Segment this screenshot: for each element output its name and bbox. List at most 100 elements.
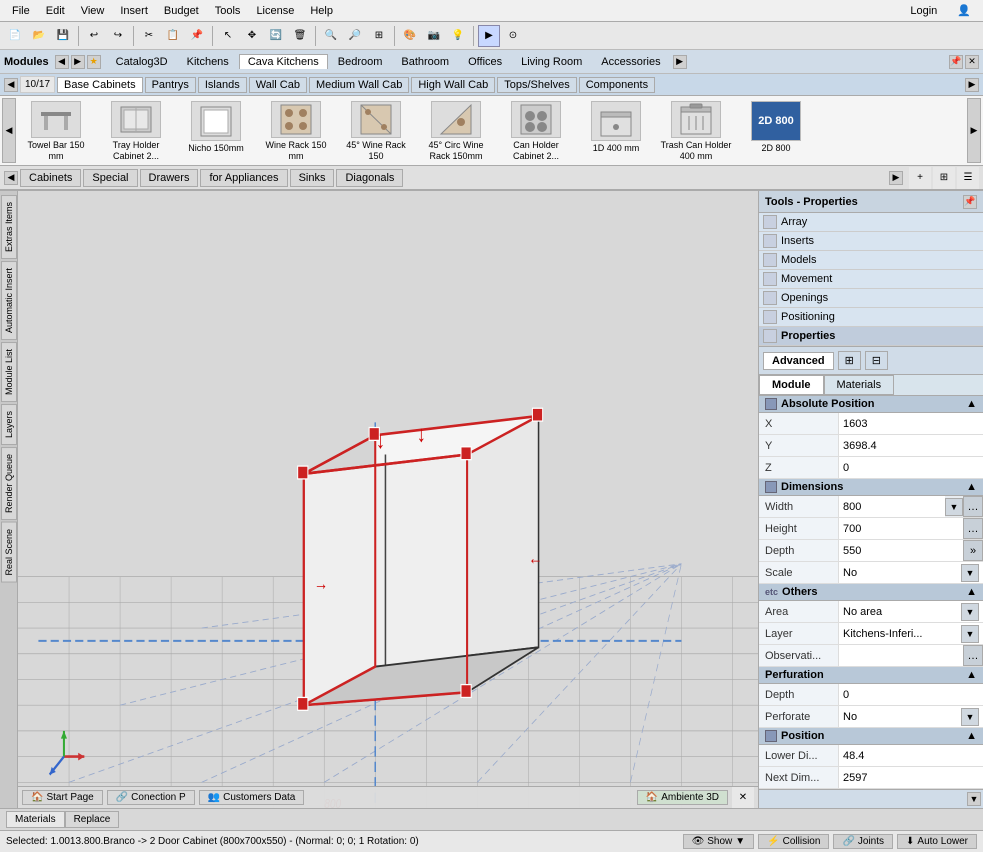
viewport[interactable]: ↓ ↓ → ← 800 🏠 Start Page [18,191,758,808]
advanced-tab[interactable]: Advanced [763,352,834,370]
prop-value-layer[interactable]: Kitchens-Inferi... ▼ [839,623,983,644]
sub-scroll-right[interactable]: ▶ [965,78,979,92]
camera-btn[interactable]: 📷 [423,25,445,47]
list-icon-tab[interactable]: ⊟ [865,351,888,370]
item-tray-holder[interactable]: Tray Holder Cabinet 2... [96,98,176,163]
scroll-left-btn[interactable]: ◀ [55,55,69,69]
move-btn[interactable]: ✥ [241,25,263,47]
nav-properties[interactable]: Properties [759,327,983,346]
prop-value-perf-depth[interactable]: 0 [839,684,983,705]
sub-scroll-left[interactable]: ◀ [4,78,18,92]
open-btn[interactable]: 📂 [28,25,50,47]
scroll-right-btn[interactable]: ▶ [71,55,85,69]
nav-inserts[interactable]: Inserts [759,232,983,251]
prop-value-next-dim[interactable]: 2597 [839,767,983,788]
zoom-out-btn[interactable]: 🔎 [344,25,366,47]
module-tab[interactable]: Module [759,375,824,395]
panel-pin[interactable]: 📌 [949,55,963,69]
item-1d-400[interactable]: 1D 400 mm [576,98,656,163]
item-45-wine[interactable]: 45° Wine Rack 150 [336,98,416,163]
sidebar-extras[interactable]: Extras Items [1,195,17,259]
item-trash-can[interactable]: Trash Can Holder 400 mm [656,98,736,163]
section-others[interactable]: etc Others ▲ [759,584,983,601]
section-dimensions[interactable]: Dimensions ▲ [759,479,983,496]
menu-insert[interactable]: Insert [112,3,156,19]
section-perfuration[interactable]: Perfuration ▲ [759,667,983,684]
undo-btn[interactable]: ↩ [83,25,105,47]
cat-tab-kitchens[interactable]: Kitchens [178,54,238,70]
show-btn[interactable]: 👁 Show ▼ [683,834,755,849]
catalog3d-star[interactable]: ★ [87,55,101,69]
prop-value-perforate[interactable]: No ▼ [839,706,983,727]
nav-models[interactable]: Models [759,251,983,270]
copy-btn[interactable]: 📋 [162,25,184,47]
cat-tab-livingroom[interactable]: Living Room [512,54,591,70]
t3-tab-drawers[interactable]: Drawers [140,169,199,187]
connection-p-btn[interactable]: 🔗 Conection P [107,790,195,805]
observati-dots[interactable]: … [963,645,983,666]
sidebar-real-scene[interactable]: Real Scene [1,522,17,583]
cat-tab-catalog3d[interactable]: Catalog3D [107,54,177,70]
nav-movement[interactable]: Movement [759,270,983,289]
nav-positioning[interactable]: Positioning [759,308,983,327]
layer-dropdown[interactable]: ▼ [961,625,979,643]
area-dropdown[interactable]: ▼ [961,603,979,621]
t3-tab-appliances[interactable]: for Appliances [200,169,287,187]
pointer-btn[interactable]: ⊙ [502,25,524,47]
cat-tab-bathroom[interactable]: Bathroom [392,54,458,70]
t3-scroll-right[interactable]: ▶ [889,171,903,185]
t3-tab-sinks[interactable]: Sinks [290,169,335,187]
item-2d-800[interactable]: 2D 800 2D 800 [736,98,816,163]
section-absolute-position[interactable]: Absolute Position ▲ [759,396,983,413]
props-scroll-down[interactable]: ▼ [967,792,981,806]
sidebar-render-queue[interactable]: Render Queue [1,447,17,520]
panel-close[interactable]: ✕ [965,55,979,69]
item-towel-bar[interactable]: Towel Bar 150 mm [16,98,96,163]
list-view-btn[interactable]: ☰ [957,167,979,189]
sub-tab-base[interactable]: Base Cabinets [57,77,143,93]
prop-value-observati[interactable] [839,645,963,666]
sub-tab-islands[interactable]: Islands [198,77,247,93]
prop-value-lower-dim[interactable]: 48.4 [839,745,983,766]
item-can-holder[interactable]: Can Holder Cabinet 2... [496,98,576,163]
prop-value-scale[interactable]: No ▼ [839,562,983,583]
width-dots[interactable]: … [963,496,983,517]
item-nicho[interactable]: Nicho 150mm [176,98,256,163]
nav-openings[interactable]: Openings [759,289,983,308]
t3-tab-cabinets[interactable]: Cabinets [20,169,81,187]
zoom-in-btn[interactable]: 🔍 [320,25,342,47]
materials-bottom-tab[interactable]: Materials [6,811,65,828]
prop-value-depth[interactable]: 550 [839,540,963,561]
cat-tab-bedroom[interactable]: Bedroom [329,54,392,70]
cat-tab-accessories[interactable]: Accessories [592,54,669,70]
section-position[interactable]: Position ▲ [759,728,983,745]
menu-edit[interactable]: Edit [38,3,73,19]
zoom-all-btn[interactable]: ⊞ [368,25,390,47]
t3-tab-diagonals[interactable]: Diagonals [336,169,403,187]
sub-tab-pantrys[interactable]: Pantrys [145,77,196,93]
item-wine-rack[interactable]: Wine Rack 150 mm [256,98,336,163]
sub-tab-high[interactable]: High Wall Cab [411,77,495,93]
sub-tab-components[interactable]: Components [579,77,655,93]
cut-btn[interactable]: ✂ [138,25,160,47]
x-input[interactable] [843,418,979,430]
sub-tab-medium[interactable]: Medium Wall Cab [309,77,409,93]
login-button[interactable]: Login [902,3,945,19]
new-btn[interactable]: 📄 [4,25,26,47]
items-scroll-right[interactable]: ▶ [967,98,981,163]
perforate-dropdown[interactable]: ▼ [961,708,979,726]
height-dots[interactable]: … [963,518,983,539]
replace-bottom-tab[interactable]: Replace [65,811,120,828]
scale-dropdown[interactable]: ▼ [961,564,979,582]
items-scroll-left[interactable]: ◀ [2,98,16,163]
t3-tab-special[interactable]: Special [83,169,137,187]
depth-dots[interactable]: » [963,540,983,561]
prop-value-x[interactable] [839,413,983,434]
auto-lower-btn[interactable]: ⬇ Auto Lower [897,834,977,849]
sub-tab-tops[interactable]: Tops/Shelves [497,77,576,93]
menu-view[interactable]: View [73,3,113,19]
collision-btn[interactable]: ⚡ Collision [758,834,829,849]
cat-tab-cava[interactable]: Cava Kitchens [239,54,328,69]
grid-view-btn[interactable]: ⊞ [933,167,955,189]
nav-array[interactable]: Array [759,213,983,232]
